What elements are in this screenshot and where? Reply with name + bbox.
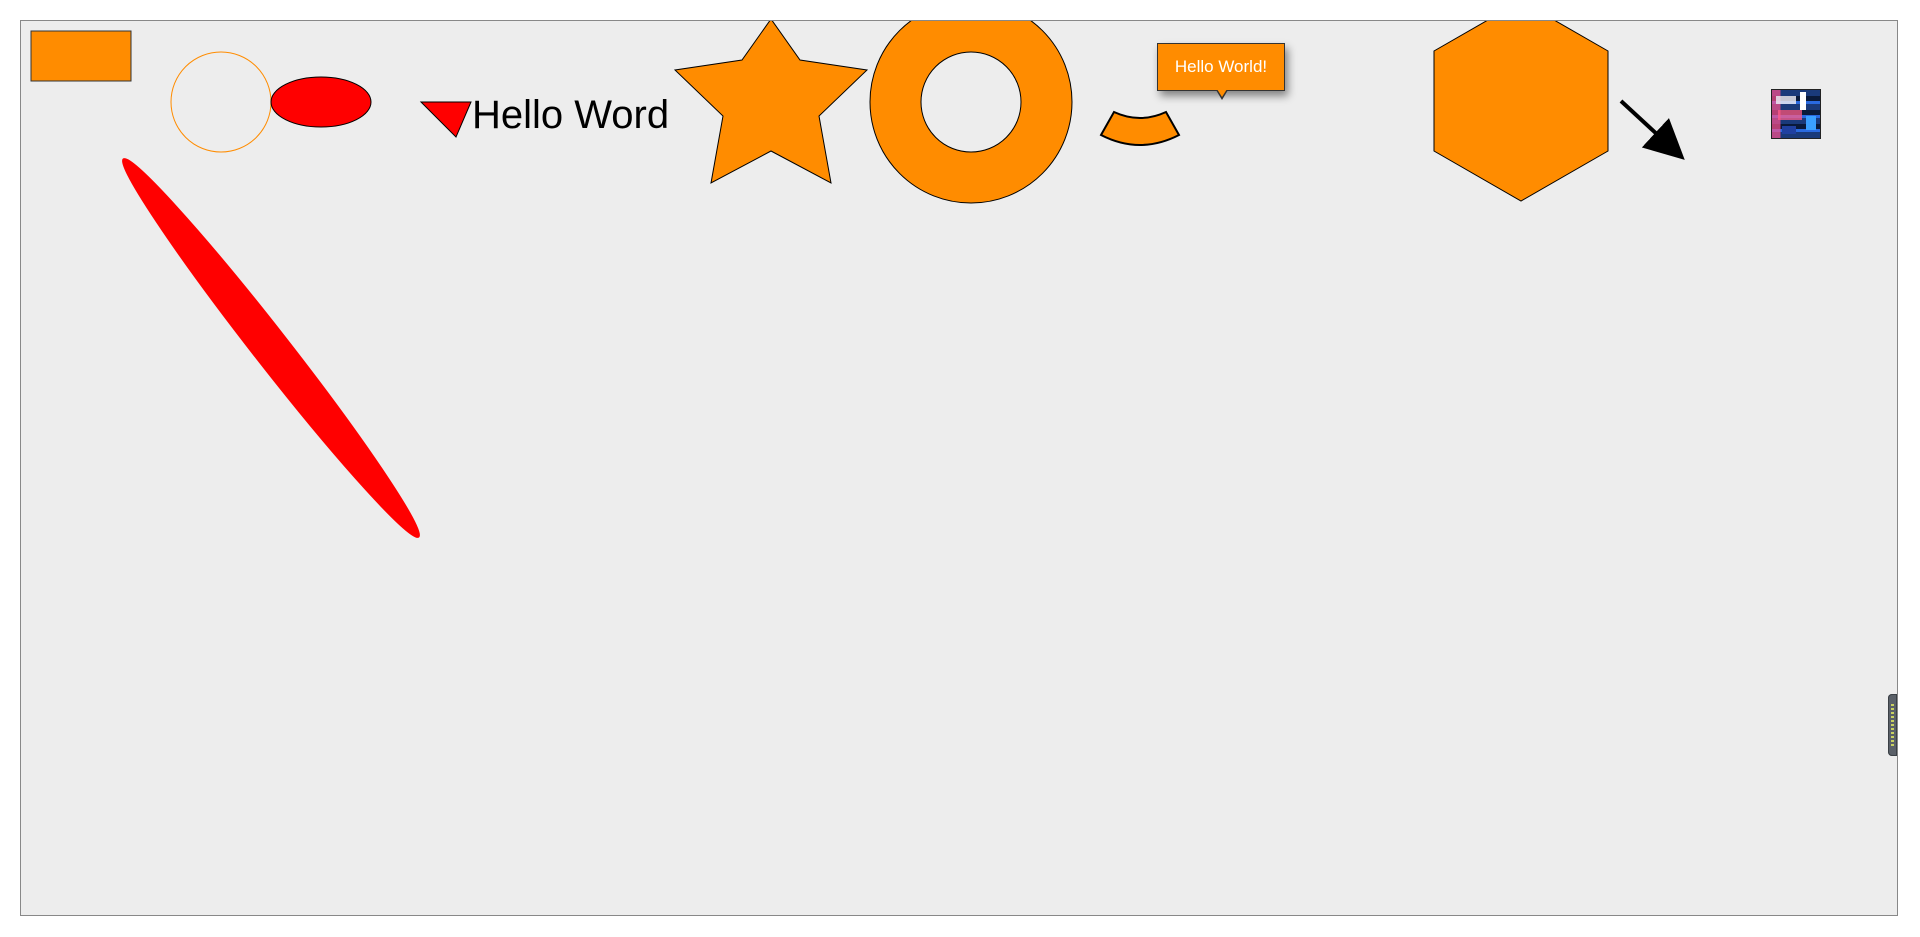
orange-hexagon-shape[interactable] xyxy=(1433,21,1609,202)
hello-world-callout[interactable]: Hello World! xyxy=(1157,43,1285,91)
orange-star-shape[interactable] xyxy=(673,21,869,184)
arrow-down-right-icon[interactable] xyxy=(1619,99,1685,160)
image-thumbnail-icon[interactable] xyxy=(1771,89,1821,139)
orange-donut-shape[interactable] xyxy=(869,21,1073,204)
callout-label: Hello World! xyxy=(1174,57,1268,76)
scroll-handle-icon[interactable] xyxy=(1888,694,1897,756)
hello-word-text[interactable]: Hello Word xyxy=(472,95,669,135)
outlined-circle-shape[interactable] xyxy=(170,51,272,153)
callout-tail-fill xyxy=(1217,89,1227,97)
orange-arc-shape[interactable] xyxy=(1099,110,1181,146)
red-ellipse-shape[interactable] xyxy=(270,76,372,128)
red-triangle-shape[interactable] xyxy=(419,101,472,138)
canvas-shapes xyxy=(30,21,1685,548)
orange-rectangle-shape[interactable] xyxy=(30,30,132,82)
drawing-canvas[interactable]: Hello Word Hello World! xyxy=(20,20,1898,916)
rotated-red-ellipse-shape[interactable] xyxy=(109,148,433,548)
